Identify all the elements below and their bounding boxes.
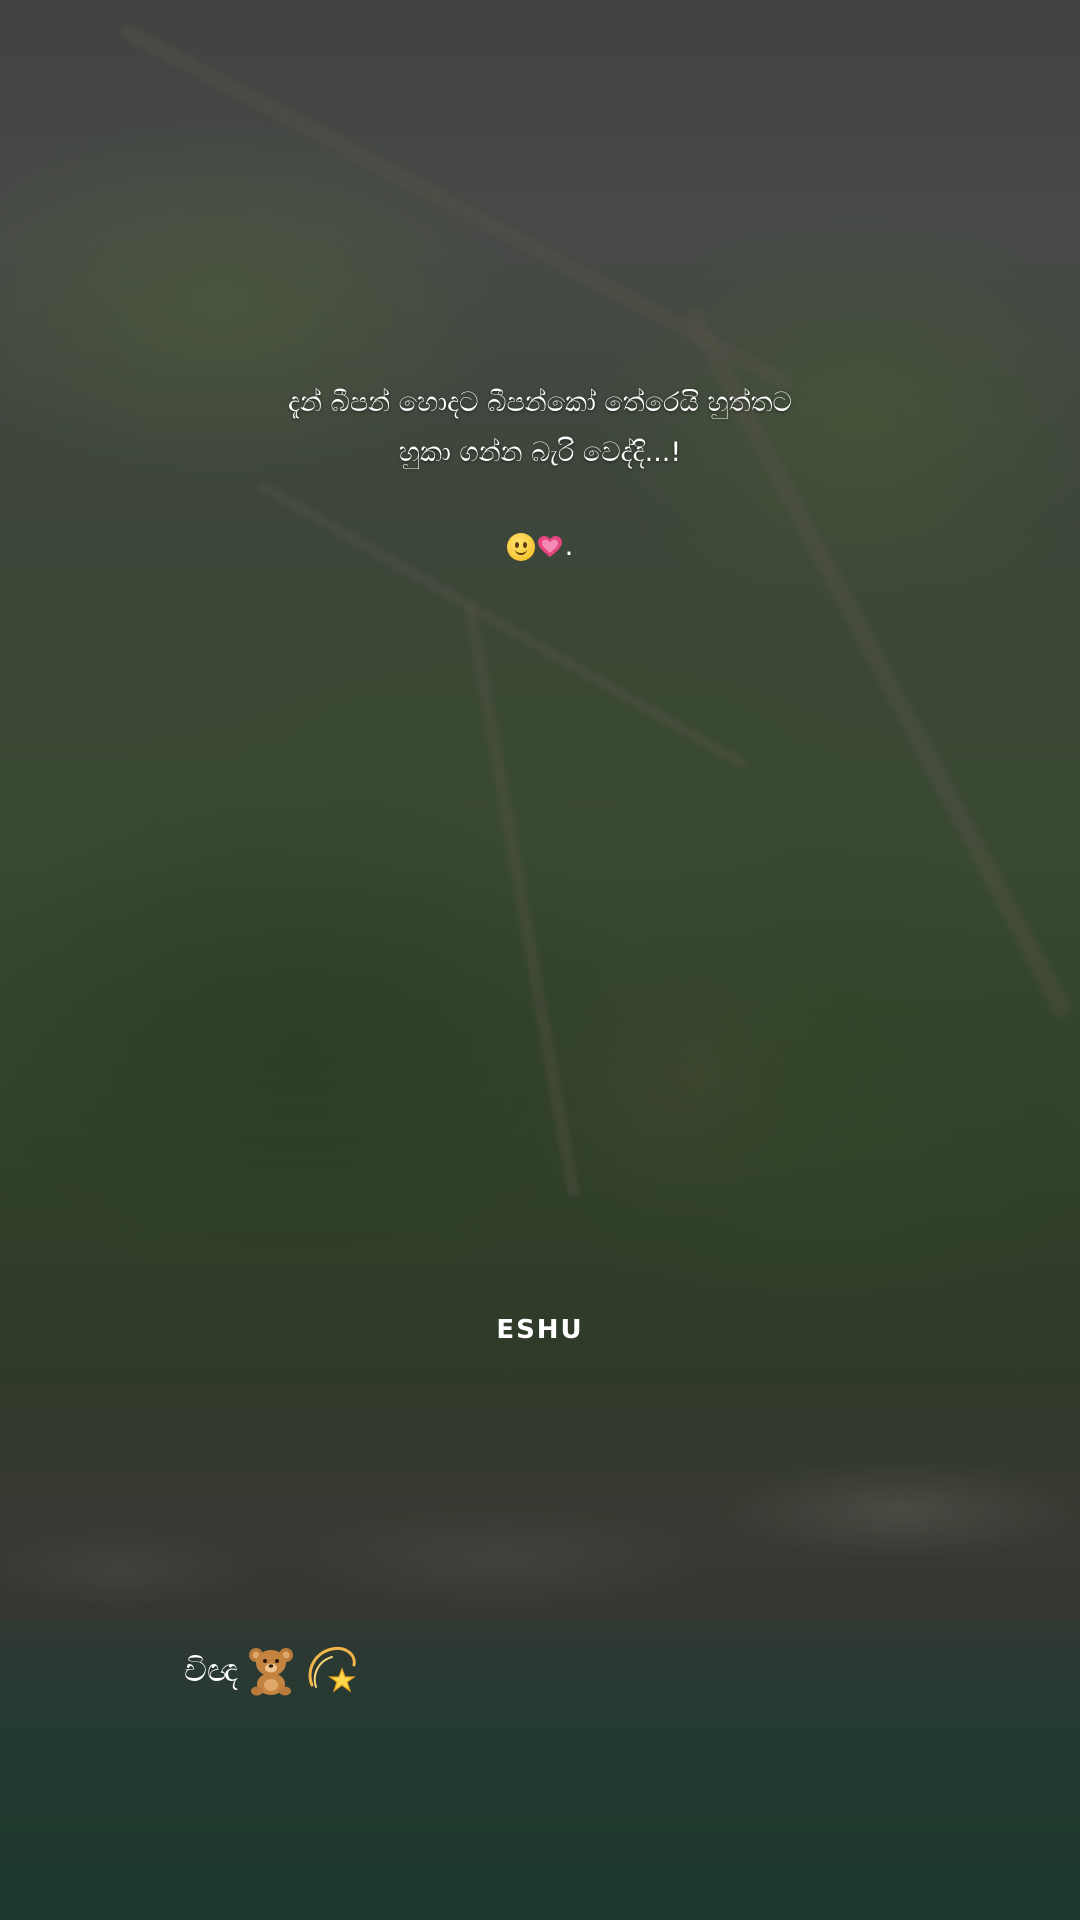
pink-heart-icon bbox=[537, 536, 562, 557]
dim-overlay bbox=[0, 0, 1080, 1920]
caption-line-1: දැන් බීපන් හොදට බීපන්කෝ තේරෙයි හුත්තට bbox=[288, 387, 792, 418]
corner-tag: චිඥ bbox=[184, 1640, 358, 1700]
caption-line-2: හුකා ගන්න බැරි වෙද්දි...! bbox=[398, 437, 682, 468]
dizzy-star-icon bbox=[308, 1646, 356, 1693]
caption-trailing-dot: . bbox=[564, 529, 574, 562]
caption-emoji-row: . bbox=[0, 526, 1080, 566]
background-photo bbox=[0, 0, 1080, 1920]
caption-text: දැන් බීපන් හොදට බීපන්කෝ තේරෙයි හුත්තට හු… bbox=[0, 378, 1080, 478]
corner-text: චිඥ bbox=[184, 1651, 239, 1689]
teddy-bear-icon bbox=[249, 1648, 294, 1696]
smiling-face-icon bbox=[506, 533, 535, 561]
signature-watermark: ESHU bbox=[496, 1315, 584, 1345]
